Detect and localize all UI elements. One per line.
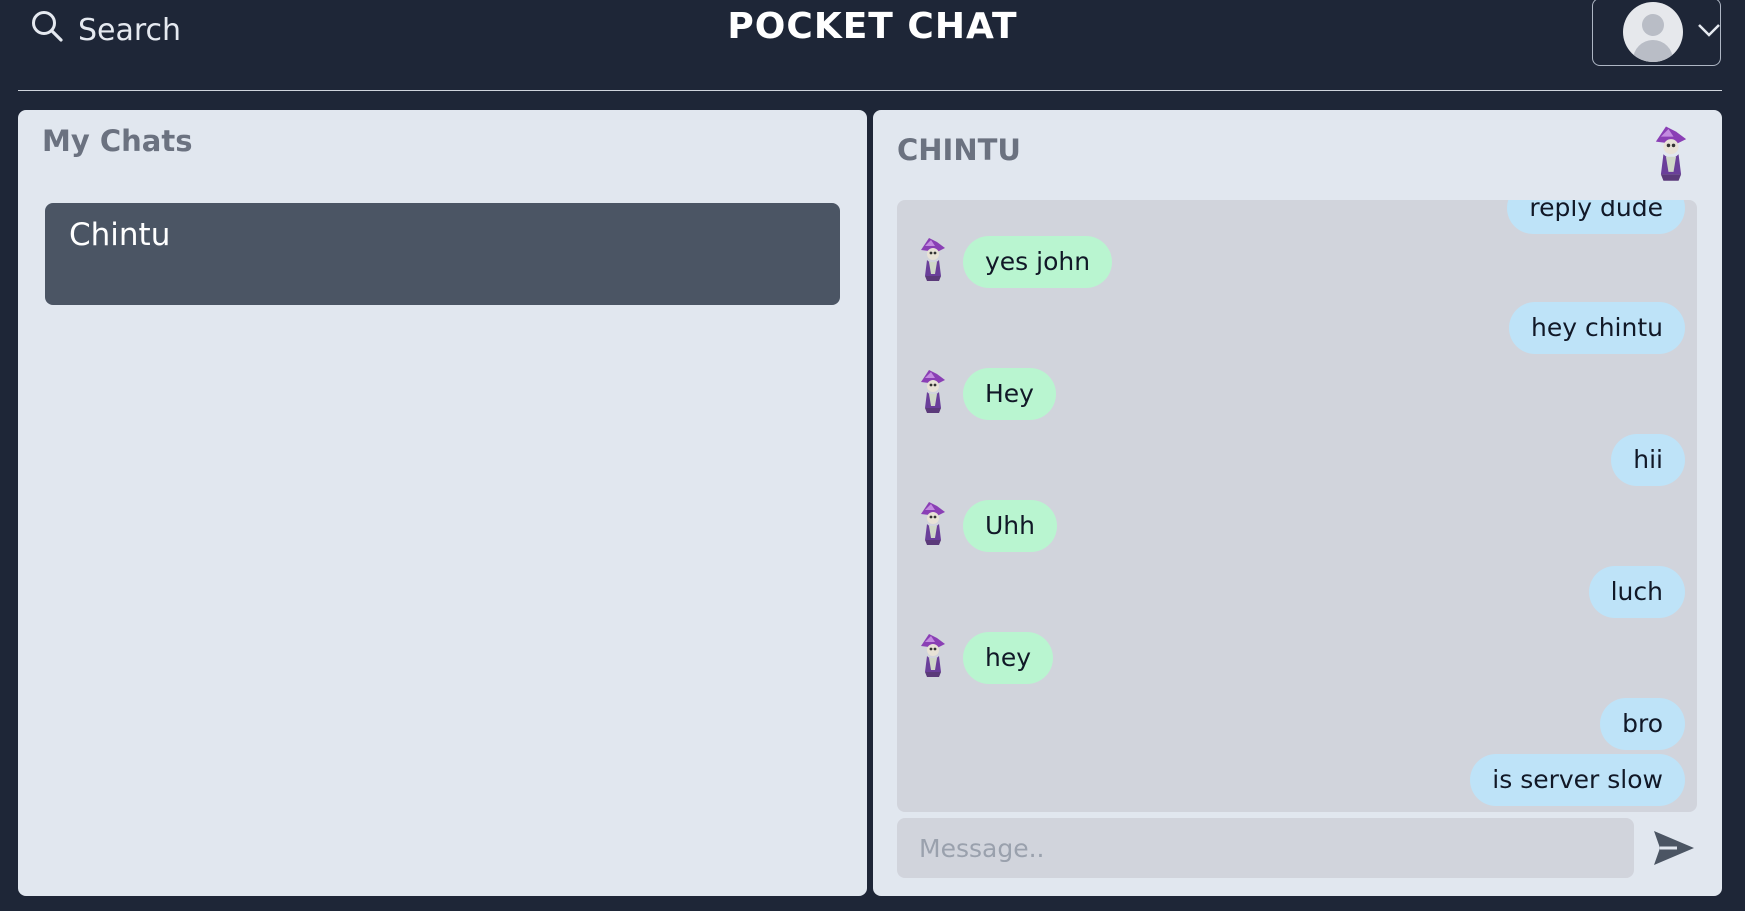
chat-list-item-name: Chintu: [69, 217, 171, 253]
search-button[interactable]: Search: [30, 10, 181, 50]
header-divider: [18, 90, 1722, 91]
search-icon: [30, 9, 64, 51]
message-bubble-incoming: hey: [963, 632, 1054, 684]
chevron-down-icon: [1697, 22, 1721, 42]
my-chats-panel: My Chats Chintu: [18, 110, 867, 896]
message-bubble-outgoing: is server slow: [1470, 754, 1685, 806]
chat-panel: CHINTU reply dude yes john hey chintu He…: [873, 110, 1722, 896]
contact-avatar[interactable]: [1648, 124, 1694, 182]
message-bubble-incoming: Hey: [963, 368, 1056, 420]
user-avatar-icon: [1623, 2, 1683, 62]
app-title: POCKET CHAT: [727, 6, 1018, 47]
message-bubble-outgoing: hey chintu: [1509, 302, 1685, 354]
top-bar: Search POCKET CHAT: [0, 0, 1745, 90]
message-bubble-incoming: Uhh: [963, 500, 1057, 552]
my-chats-title: My Chats: [42, 124, 193, 158]
profile-menu-button[interactable]: [1592, 0, 1721, 66]
message-bubble-outgoing: bro: [1600, 698, 1685, 750]
chat-contact-name: CHINTU: [897, 133, 1021, 167]
sender-avatar: [915, 368, 951, 414]
message-bubble-outgoing: hii: [1611, 434, 1685, 486]
message-bubble-incoming: yes john: [963, 236, 1113, 288]
message-bubble-outgoing: luch: [1588, 566, 1685, 618]
sender-avatar: [915, 500, 951, 546]
message-input[interactable]: [897, 818, 1634, 878]
search-label: Search: [78, 12, 182, 48]
sender-avatar: [915, 632, 951, 678]
message-list[interactable]: reply dude yes john hey chintu Hey hii U…: [897, 200, 1697, 812]
send-icon[interactable]: [1651, 828, 1697, 868]
chat-list-item[interactable]: Chintu: [45, 203, 840, 305]
sender-avatar: [915, 236, 951, 282]
message-bubble-outgoing: reply dude: [1507, 200, 1685, 234]
